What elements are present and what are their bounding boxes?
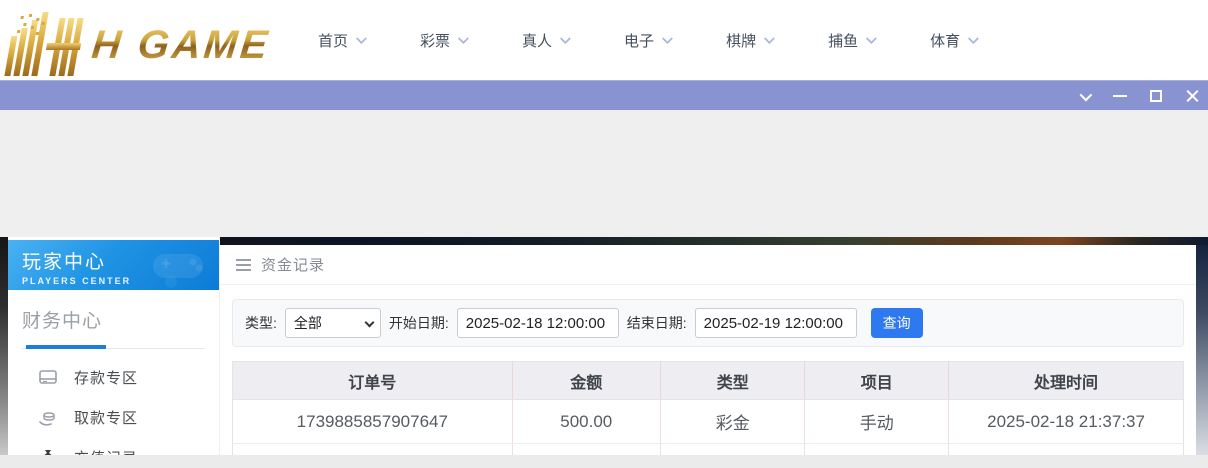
main-panel: 资金记录 类型: 全部 开始日期: 结束日期: 查询	[220, 245, 1196, 468]
query-button[interactable]: 查询	[870, 308, 923, 338]
cell-type: 彩金	[660, 399, 806, 444]
nav-item-fishing[interactable]: 捕鱼	[828, 30, 878, 51]
type-label: 类型:	[245, 315, 277, 331]
cell-process-time: 2025-02-18 21:37:37	[948, 399, 1184, 444]
col-header-item: 项目	[804, 361, 950, 400]
window-titlebar	[0, 80, 1208, 110]
main-nav: 首页 彩票 真人 电子 棋牌 捕鱼 体育	[318, 0, 980, 80]
minimize-icon[interactable]	[1112, 88, 1128, 104]
nav-item-slots[interactable]: 电子	[624, 30, 674, 51]
section-divider	[22, 345, 205, 349]
sidebar-section: 财务中心	[8, 290, 219, 349]
sidebar-item-withdraw[interactable]: 取款专区	[8, 397, 219, 437]
sidebar-item-deposit[interactable]: 存款专区	[8, 357, 219, 397]
filter-bar: 类型: 全部 开始日期: 结束日期: 查询	[232, 299, 1184, 347]
cell-order-no: 1739885857907647	[232, 399, 513, 444]
records-table: 订单号 金额 类型 项目 处理时间 1739885857907647 500.0…	[232, 361, 1184, 464]
panel-top-edge	[220, 237, 1208, 245]
content-background	[0, 110, 1208, 237]
chevron-down-icon	[763, 32, 776, 45]
gamepad-icon	[153, 254, 203, 288]
nav-item-lottery[interactable]: 彩票	[420, 30, 470, 51]
logo-decoration	[4, 12, 87, 76]
page-title: 资金记录	[261, 257, 326, 274]
window-controls	[1076, 81, 1200, 111]
cell-amount: 500.00	[512, 399, 661, 444]
col-header-order-no: 订单号	[232, 361, 513, 400]
panel-left-edge	[0, 237, 8, 468]
end-date-input[interactable]	[694, 308, 857, 338]
close-icon[interactable]	[1184, 88, 1200, 104]
start-date-input[interactable]	[456, 308, 619, 338]
menu-burger-icon[interactable]	[236, 258, 251, 271]
chevron-down-icon	[559, 32, 572, 45]
sidebar-menu: 存款专区 取款专区 + 充值记录	[8, 357, 219, 468]
player-center-panel: 玩家中心 PLAYERS CENTER 财务中心 存款专区 取款专区 资金记录 …	[0, 237, 1208, 468]
panel-right-edge	[1196, 245, 1208, 468]
logo: H GAME	[4, 6, 272, 76]
type-select[interactable]: 全部	[284, 308, 381, 338]
sidebar: 玩家中心 PLAYERS CENTER 财务中心 存款专区 取款专区	[8, 237, 220, 468]
col-header-amount: 金额	[512, 361, 661, 400]
nav-item-live[interactable]: 真人	[522, 30, 572, 51]
logo-text: H GAME	[89, 14, 274, 76]
end-date-label: 结束日期:	[626, 315, 687, 331]
maximize-icon[interactable]	[1148, 88, 1164, 104]
sidebar-section-title: 财务中心	[22, 311, 103, 332]
chevron-down-icon	[661, 32, 674, 45]
collapse-chevron-icon[interactable]	[1076, 88, 1092, 104]
logo-dots-decoration	[14, 14, 65, 44]
table-row: 1739885857907647 500.00 彩金 手动 2025-02-18…	[232, 399, 1184, 444]
sidebar-header: 玩家中心 PLAYERS CENTER	[8, 240, 219, 290]
col-header-process-time: 处理时间	[948, 361, 1184, 400]
nav-item-home[interactable]: 首页	[318, 30, 368, 51]
bottom-strip	[0, 455, 1208, 468]
start-date-label: 开始日期:	[388, 315, 449, 331]
chevron-down-icon	[457, 32, 470, 45]
table-header-row: 订单号 金额 类型 项目 处理时间	[232, 361, 1184, 400]
nav-item-sports[interactable]: 体育	[930, 30, 980, 51]
chevron-down-icon	[355, 32, 368, 45]
app-window: H GAME 首页 彩票 真人 电子 棋牌 捕鱼 体育 玩家中心 PLAYERS…	[0, 0, 1208, 468]
site-header: H GAME 首页 彩票 真人 电子 棋牌 捕鱼 体育	[0, 0, 1208, 80]
col-header-type: 类型	[660, 361, 806, 400]
type-select-wrap: 全部	[284, 308, 381, 338]
chevron-down-icon	[865, 32, 878, 45]
chevron-down-icon	[967, 32, 980, 45]
nav-item-chess[interactable]: 棋牌	[726, 30, 776, 51]
cell-item: 手动	[804, 399, 950, 444]
withdraw-hand-icon	[38, 407, 58, 427]
page-header: 资金记录	[220, 245, 1196, 285]
deposit-card-icon	[38, 367, 58, 387]
